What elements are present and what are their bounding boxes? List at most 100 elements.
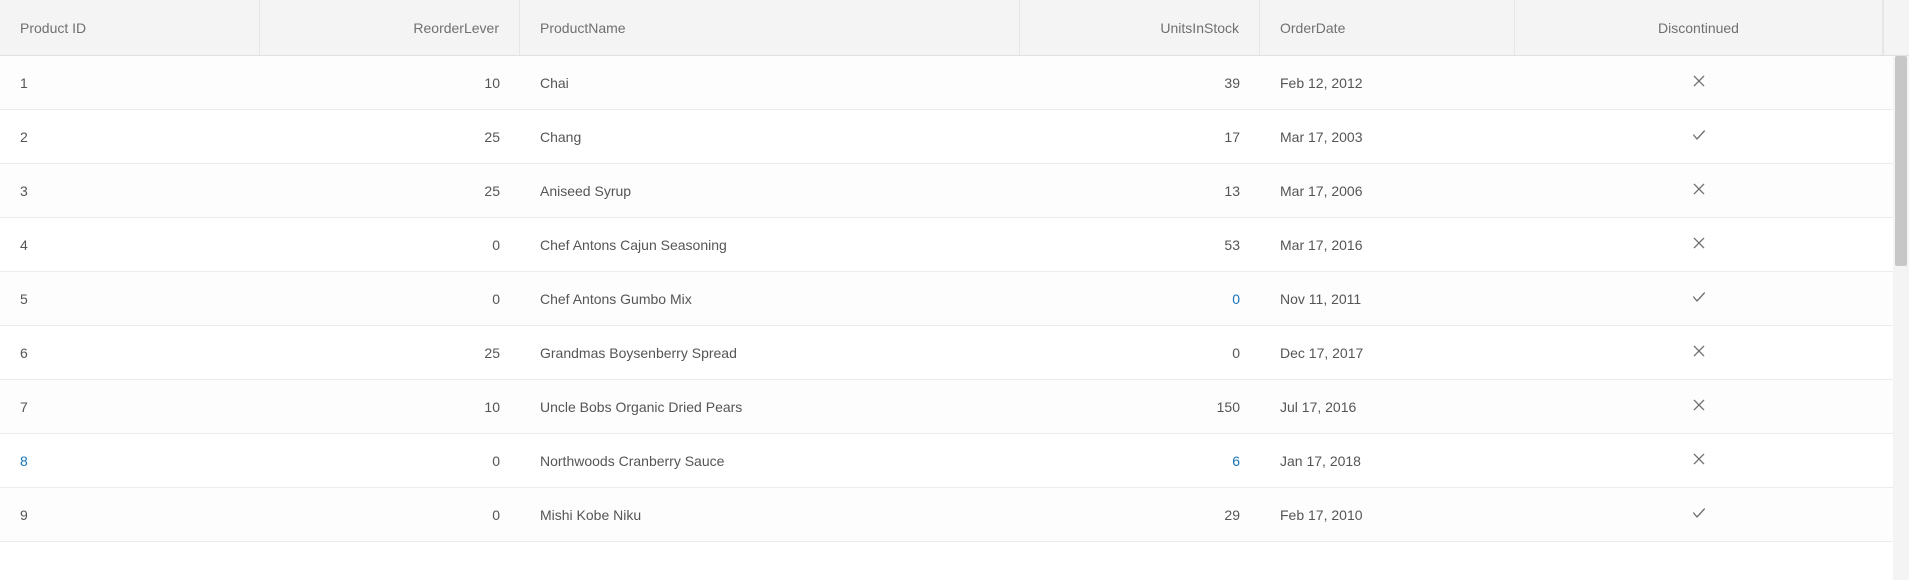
table-row[interactable]: 1 10 Chai 39 Feb 12, 2012 [0,56,1909,110]
product-name-value: Chang [540,129,581,145]
units-in-stock-value: 0 [1232,345,1240,361]
product-name-value: Chef Antons Cajun Seasoning [540,237,727,253]
cell-reorder-level[interactable]: 25 [260,326,520,379]
cell-product-name[interactable]: Mishi Kobe Niku [520,488,1020,541]
reorder-level-value: 0 [492,507,500,523]
product-id-link[interactable]: 8 [20,453,28,469]
cell-reorder-level[interactable]: 0 [260,488,520,541]
cell-product-id[interactable]: 1 [0,56,260,109]
cell-reorder-level[interactable]: 25 [260,164,520,217]
product-id-value: 7 [20,399,28,415]
cell-product-id[interactable]: 7 [0,380,260,433]
product-name-value: Mishi Kobe Niku [540,507,641,523]
reorder-level-value: 10 [484,75,500,91]
table-row[interactable]: 40 Chef Antons Cajun Seasoning 53 Mar 17, 2… [0,218,1909,272]
units-in-stock-link[interactable]: 6 [1232,453,1240,469]
cell-order-date[interactable]: Mar 17, 2006 [1260,164,1515,217]
cell-product-name[interactable]: Chang [520,110,1020,163]
product-id-value: 2 [20,129,28,145]
units-in-stock-value: 53 [1224,237,1240,253]
cell-order-date[interactable]: Feb 12, 2012 [1260,56,1515,109]
cell-units-in-stock[interactable]: 150 [1020,380,1260,433]
cell-discontinued[interactable] [1515,110,1883,163]
cell-discontinued[interactable] [1515,488,1883,541]
cell-order-date[interactable]: Jul 17, 2016 [1260,380,1515,433]
product-name-value: Chef Antons Gumbo Mix [540,291,692,307]
cell-reorder-level[interactable]: 0 [260,218,520,271]
cell-product-id[interactable]: 4 [0,218,260,271]
reorder-level-value: 25 [484,345,500,361]
cell-discontinued[interactable] [1515,164,1883,217]
cell-reorder-level[interactable]: 25 [260,110,520,163]
cell-product-id[interactable]: 8 [0,434,260,487]
cell-units-in-stock[interactable]: 17 [1020,110,1260,163]
product-id-value: 1 [20,75,28,91]
column-header-product-id[interactable]: Product ID [0,0,260,55]
column-header-units-in-stock[interactable]: UnitsInStock [1020,0,1260,55]
units-in-stock-link[interactable]: 0 [1232,291,1240,307]
product-name-value: Grandmas Boysenberry Spread [540,345,737,361]
cell-reorder-level[interactable]: 0 [260,434,520,487]
cell-discontinued[interactable] [1515,380,1883,433]
units-in-stock-value: 29 [1224,507,1240,523]
product-id-value: 9 [20,507,28,523]
cell-units-in-stock[interactable]: 29 [1020,488,1260,541]
cell-product-name[interactable]: Northwoods Cranberry Sauce [520,434,1020,487]
cell-product-name[interactable]: Uncle Bobs Organic Dried Pears [520,380,1020,433]
cell-order-date[interactable]: Mar 17, 2003 [1260,110,1515,163]
table-row[interactable]: 325Aniseed Syrup13Mar 17, 2006 [0,164,1909,218]
cell-discontinued[interactable] [1515,56,1883,109]
cell-product-id[interactable]: 5 [0,272,260,325]
cell-order-date[interactable]: Jan 17, 2018 [1260,434,1515,487]
cell-units-in-stock[interactable]: 13 [1020,164,1260,217]
reorder-level-value: 25 [484,129,500,145]
cell-product-name[interactable]: Chef Antons Gumbo Mix [520,272,1020,325]
cell-reorder-level[interactable]: 0 [260,272,520,325]
cell-product-id[interactable]: 3 [0,164,260,217]
table-row[interactable]: 9 0 Mishi Kobe Niku 29 Feb 17, 2010 [0,488,1909,542]
cell-discontinued[interactable] [1515,218,1883,271]
check-icon [1691,505,1707,524]
column-header-product-name[interactable]: ProductName [520,0,1020,55]
reorder-level-value: 10 [484,399,500,415]
cell-product-name[interactable]: Chai [520,56,1020,109]
product-name-value: Chai [540,75,569,91]
cell-order-date[interactable]: Mar 17, 2016 [1260,218,1515,271]
cell-units-in-stock[interactable]: 0 [1020,326,1260,379]
table-row[interactable]: 8 0Northwoods Cranberry Sauce 6 Jan 17, 201… [0,434,1909,488]
cell-reorder-level[interactable]: 10 [260,380,520,433]
cell-product-name[interactable]: Grandmas Boysenberry Spread [520,326,1020,379]
cell-order-date[interactable]: Feb 17, 2010 [1260,488,1515,541]
cell-product-id[interactable]: 2 [0,110,260,163]
cell-product-id[interactable]: 6 [0,326,260,379]
cell-reorder-level[interactable]: 10 [260,56,520,109]
cell-product-name[interactable]: Aniseed Syrup [520,164,1020,217]
cell-units-in-stock[interactable]: 0 [1020,272,1260,325]
column-header-reorder-level[interactable]: ReorderLever [260,0,520,55]
table-row[interactable]: 7 10 Uncle Bobs Organic Dried Pears150Jul … [0,380,1909,434]
table-row[interactable]: 6 25 Grandmas Boysenberry Spread 0 Dec 17, 2… [0,326,1909,380]
column-header-discontinued[interactable]: Discontinued [1515,0,1883,55]
scrollbar-thumb[interactable] [1895,56,1907,266]
cross-icon [1691,451,1707,470]
cell-order-date[interactable]: Nov 11, 2011 [1260,272,1515,325]
cell-discontinued[interactable] [1515,434,1883,487]
product-id-value: 6 [20,345,28,361]
table-row[interactable]: 2 25 Chang 17 Mar 17, 2003 [0,110,1909,164]
cell-product-name[interactable]: Chef Antons Cajun Seasoning [520,218,1020,271]
check-icon [1691,289,1707,308]
order-date-value: Feb 12, 2012 [1280,75,1363,91]
table-row[interactable]: 50Chef Antons Gumbo Mix0Nov 11, 2011 [0,272,1909,326]
cell-order-date[interactable]: Dec 17, 2017 [1260,326,1515,379]
cell-discontinued[interactable] [1515,272,1883,325]
units-in-stock-value: 17 [1224,129,1240,145]
vertical-scrollbar[interactable] [1893,56,1909,580]
cell-units-in-stock[interactable]: 39 [1020,56,1260,109]
grid-body: 110Chai39Feb 12, 2012225Chang17Mar 17, 2… [0,56,1909,580]
cell-discontinued[interactable] [1515,326,1883,379]
cell-product-id[interactable]: 9 [0,488,260,541]
column-header-order-date[interactable]: OrderDate [1260,0,1515,55]
cell-units-in-stock[interactable]: 6 [1020,434,1260,487]
cross-icon [1691,397,1707,416]
cell-units-in-stock[interactable]: 53 [1020,218,1260,271]
